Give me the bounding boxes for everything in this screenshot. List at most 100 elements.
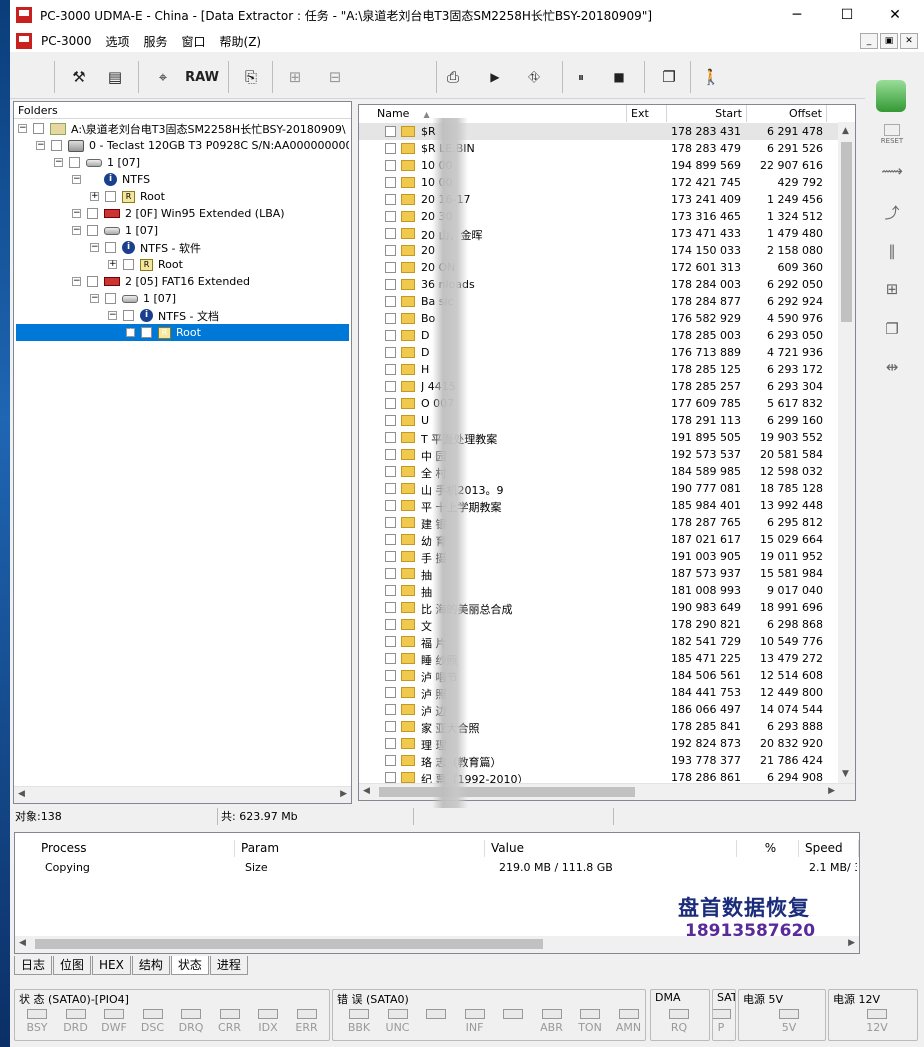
collapse-icon[interactable]: − (72, 226, 81, 235)
file-row[interactable]: 泸 唱节184 506 56112 514 608 (359, 667, 838, 684)
stop-icon[interactable]: ■ (608, 63, 630, 91)
file-checkbox[interactable] (385, 296, 396, 307)
file-row[interactable]: 抽 181 008 993 9 017 040 (359, 582, 838, 599)
column-name[interactable]: Name ▲ (359, 105, 627, 122)
file-row[interactable]: 珞 志（教育篇） 193 778 377 21 786 424 (359, 752, 838, 769)
file-row[interactable]: 手 摄191 003 90519 011 952 (359, 548, 838, 565)
tree-checkbox[interactable] (51, 140, 62, 151)
tree-checkbox[interactable] (33, 123, 44, 134)
scroll-right-icon[interactable]: ▶ (340, 789, 347, 799)
tree-node-root-selected[interactable]: + R Root (16, 324, 349, 341)
file-checkbox[interactable] (385, 143, 396, 154)
file-checkbox[interactable] (385, 755, 396, 766)
file-checkbox[interactable] (385, 160, 396, 171)
tree-checkbox[interactable] (69, 157, 80, 168)
minimize-button[interactable]: ─ (774, 0, 820, 30)
file-checkbox[interactable] (385, 466, 396, 477)
file-checkbox[interactable] (385, 415, 396, 426)
file-checkbox[interactable] (385, 568, 396, 579)
tree-checkbox[interactable] (123, 310, 134, 321)
pause-gray-icon[interactable]: ∥ (876, 242, 908, 270)
tree-node-extended[interactable]: − 2 [0F] Win95 Extended (LBA) (72, 205, 285, 222)
scroll-up-icon[interactable]: ▲ (842, 126, 849, 136)
file-checkbox[interactable] (385, 602, 396, 613)
file-row[interactable]: Bo 176 582 929 4 590 976 (359, 310, 838, 327)
file-row[interactable]: 20 30173 316 4651 324 512 (359, 208, 838, 225)
scroll-thumb[interactable] (379, 787, 635, 797)
column-ext[interactable]: Ext (627, 105, 667, 122)
file-checkbox[interactable] (385, 381, 396, 392)
file-checkbox[interactable] (385, 228, 396, 239)
file-row[interactable]: J 4415178 285 2576 293 304 (359, 378, 838, 395)
percent-col[interactable]: % (737, 840, 799, 857)
file-checkbox[interactable] (385, 177, 396, 188)
binoculars-icon[interactable]: ⌖ (150, 63, 176, 91)
maximize-button[interactable]: ☐ (824, 0, 870, 30)
file-row[interactable]: 20 ON172 601 313609 360 (359, 259, 838, 276)
tools-icon[interactable]: ⚒ (66, 63, 92, 91)
tree-node-partition[interactable]: − 1 [07] (72, 222, 158, 239)
file-checkbox[interactable] (385, 653, 396, 664)
collapse-icon[interactable]: − (90, 243, 99, 252)
file-row[interactable]: U 178 291 113 6 299 160 (359, 412, 838, 429)
pause-icon[interactable]: ⏸ (570, 63, 592, 91)
tab-process[interactable]: 进程 (209, 956, 248, 975)
file-checkbox[interactable] (385, 211, 396, 222)
export-icon[interactable]: ⎘ (238, 63, 264, 91)
tab-bitmap[interactable]: 位图 (53, 956, 92, 975)
link-icon[interactable]: ⇹ (876, 358, 908, 386)
file-row[interactable]: 家 亚大合照178 285 8416 293 888 (359, 718, 838, 735)
scroll-left-icon[interactable]: ◀ (18, 789, 25, 799)
tree-checkbox[interactable] (105, 293, 116, 304)
scroll-thumb[interactable] (841, 142, 852, 322)
tree-checkbox[interactable] (87, 225, 98, 236)
file-checkbox[interactable] (385, 449, 396, 460)
scroll-right-icon[interactable]: ▶ (828, 786, 835, 796)
file-row[interactable]: Ba sic178 284 8776 292 924 (359, 293, 838, 310)
menu-window[interactable]: 窗口 (175, 33, 213, 50)
tab-hex[interactable]: HEX (92, 956, 131, 975)
mdi-restore-button[interactable]: ▣ (880, 33, 898, 49)
tree-expand-icon[interactable]: ⊞ (282, 63, 308, 91)
mdi-close-button[interactable]: ✕ (900, 33, 918, 49)
param-col[interactable]: Param (235, 840, 485, 857)
tree-node-fat16[interactable]: − 2 [05] FAT16 Extended (72, 273, 250, 290)
branch-icon[interactable]: ⛗ (518, 63, 550, 91)
file-checkbox[interactable] (385, 262, 396, 273)
file-row[interactable]: 建 银178 287 7656 295 812 (359, 514, 838, 531)
mdi-minimize-button[interactable]: _ (860, 33, 878, 49)
database-icon[interactable] (876, 80, 906, 112)
file-row[interactable]: 20 174 150 033 2 158 080 (359, 242, 838, 259)
pulse-icon[interactable]: ⟿ (876, 162, 908, 190)
scroll-left-icon[interactable]: ◀ (19, 938, 26, 948)
collapse-icon[interactable]: − (36, 141, 45, 150)
tree-node-ntfs-software[interactable]: − i NTFS - 软件 (90, 239, 201, 256)
menu-help[interactable]: 帮助(Z) (213, 33, 269, 50)
file-checkbox[interactable] (385, 347, 396, 358)
collapse-icon[interactable]: − (72, 175, 81, 184)
file-row[interactable]: 抽 187 573 937 15 581 984 (359, 565, 838, 582)
file-checkbox[interactable] (385, 704, 396, 715)
menu-service[interactable]: 服务 (137, 33, 175, 50)
file-checkbox[interactable] (385, 534, 396, 545)
file-row[interactable]: 平 十上学期教案 185 984 401 13 992 448 (359, 497, 838, 514)
file-checkbox[interactable] (385, 551, 396, 562)
file-row[interactable]: 幼 育187 021 61715 029 664 (359, 531, 838, 548)
file-row[interactable]: T 平面处理教案191 895 50519 903 552 (359, 429, 838, 446)
tree-checkbox[interactable] (105, 242, 116, 253)
close-button[interactable]: ✕ (872, 0, 918, 30)
tree-node-ntfs-docs[interactable]: − i NTFS - 文档 (108, 307, 219, 324)
book-icon[interactable]: ▤ (102, 63, 128, 91)
tree-collapse-icon[interactable]: ⊟ (320, 63, 350, 91)
file-row[interactable]: 36 nloads178 284 0036 292 050 (359, 276, 838, 293)
tree-checkbox[interactable] (87, 276, 98, 287)
file-checkbox[interactable] (385, 398, 396, 409)
folders-hscrollbar[interactable]: ◀ ▶ (14, 786, 351, 803)
file-row[interactable]: 泸 照184 441 75312 449 800 (359, 684, 838, 701)
expand-icon[interactable]: + (108, 260, 117, 269)
file-checkbox[interactable] (385, 194, 396, 205)
collapse-icon[interactable]: − (72, 209, 81, 218)
reset-button[interactable]: RESET (876, 124, 908, 152)
file-checkbox[interactable] (385, 279, 396, 290)
tree-node-partition[interactable]: − 1 [07] (54, 154, 140, 171)
